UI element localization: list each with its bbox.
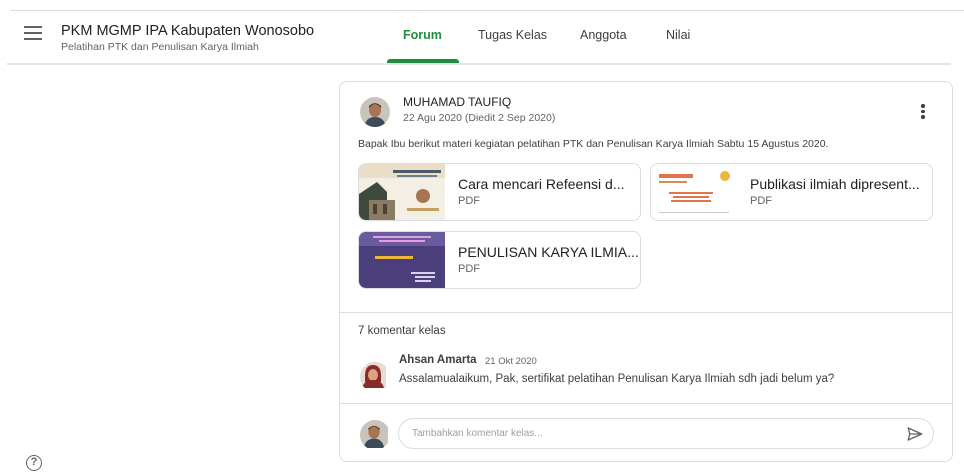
post-card: MUHAMAD TAUFIQ 22 Agu 2020 (Diedit 2 Sep… [339, 81, 953, 462]
current-user-avatar [360, 420, 390, 450]
comments-count-link[interactable]: 7 komentar kelas [358, 325, 446, 337]
attachment-title: Cara mencari Refeensi d... [458, 176, 625, 192]
attachment-type: PDF [750, 195, 772, 207]
attachment-title: PENULISAN KARYA ILMIA... [458, 244, 639, 260]
comment-input[interactable] [398, 418, 934, 449]
attachment-card[interactable]: PENULISAN KARYA ILMIA... PDF [358, 231, 641, 289]
post-date: 22 Agu 2020 (Diedit 2 Sep 2020) [403, 112, 556, 124]
send-icon[interactable] [906, 425, 924, 443]
comment-text: Assalamualaikum, Pak, sertifikat pelatih… [399, 373, 835, 385]
tab-tugas-kelas[interactable]: Tugas Kelas [478, 28, 547, 42]
comment-author[interactable]: Ahsan Amarta [399, 354, 477, 366]
top-app-bar: PKM MGMP IPA Kabupaten Wonosobo Pelatiha… [0, 0, 964, 65]
tab-nilai[interactable]: Nilai [666, 28, 690, 42]
attachment-title: Publikasi ilmiah dipresent... [750, 176, 920, 192]
attachment-thumbnail [359, 232, 445, 288]
attachment-card[interactable]: Publikasi ilmiah dipresent... PDF [650, 163, 933, 221]
tab-forum[interactable]: Forum [403, 28, 442, 42]
post-author[interactable]: MUHAMAD TAUFIQ [403, 95, 511, 109]
top-divider [10, 10, 964, 11]
hamburger-menu-icon[interactable] [24, 26, 44, 42]
attachment-type: PDF [458, 195, 480, 207]
class-subtitle: Pelatihan PTK dan Penulisan Karya Ilmiah [61, 41, 259, 53]
help-icon[interactable]: ? [26, 455, 42, 471]
post-text: Bapak Ibu berikut materi kegiatan pelati… [358, 138, 829, 150]
more-options-icon[interactable] [918, 104, 928, 120]
header-divider [7, 63, 951, 65]
attachment-thumbnail [359, 164, 445, 220]
class-title[interactable]: PKM MGMP IPA Kabupaten Wonosobo [61, 23, 314, 39]
attachment-type: PDF [458, 263, 480, 275]
commenter-avatar[interactable] [360, 362, 390, 392]
attachment-card[interactable]: Cara mencari Refeensi d... PDF [358, 163, 641, 221]
author-avatar[interactable] [360, 97, 390, 127]
divider [340, 312, 952, 313]
attachment-thumbnail [651, 164, 737, 220]
comment-date: 21 Okt 2020 [485, 356, 537, 367]
tab-anggota[interactable]: Anggota [580, 28, 627, 42]
divider [340, 403, 952, 404]
